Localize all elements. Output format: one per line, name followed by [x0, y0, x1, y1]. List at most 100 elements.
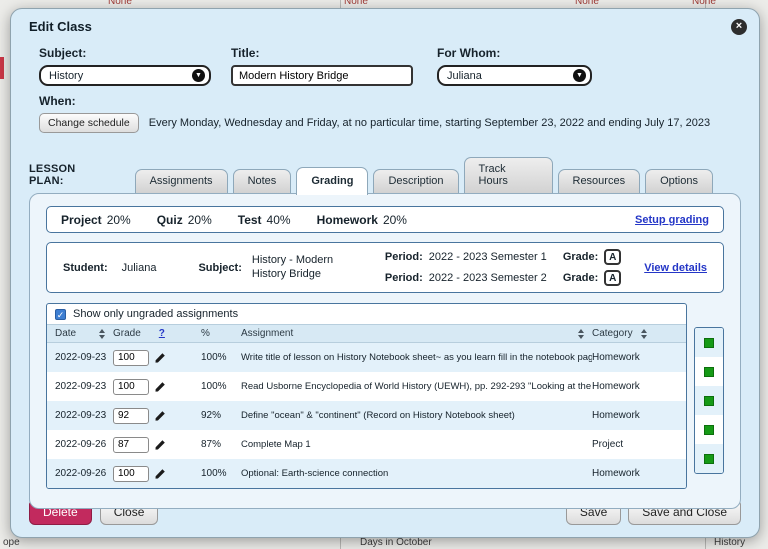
grade-input[interactable] [113, 465, 149, 482]
table-header-row: Date Grade ? % Assignment Category [47, 325, 686, 343]
tab-notes[interactable]: Notes [232, 169, 292, 193]
student-name: Juliana [121, 261, 157, 274]
assignment-category: Homework [592, 410, 640, 421]
ungraded-filter-checkbox[interactable]: ✓ [55, 308, 66, 320]
grade-cell [113, 465, 201, 482]
period-value: 2022 - 2023 Semester 1 [428, 251, 547, 263]
status-green-square[interactable] [704, 424, 714, 435]
assignment-text: Write title of lesson on History Noteboo… [241, 352, 592, 363]
grade-label: Grade: [562, 272, 599, 284]
weight-homework: Homework 20% [316, 212, 407, 227]
edit-pencil-icon[interactable] [154, 468, 166, 480]
tab-description[interactable]: Description [373, 169, 459, 193]
grade-input[interactable] [113, 349, 149, 366]
student-label: Student: [63, 261, 108, 274]
subject-select-value: History [49, 69, 84, 82]
assignments-table: ✓ Show only ungraded assignments Date Gr… [46, 303, 687, 489]
assignment-text: Define "ocean" & "continent" (Record on … [241, 410, 515, 421]
status-column [694, 327, 724, 474]
assignment-percent: 92% [201, 410, 222, 421]
period-row: Period: 2022 - 2023 Semester 1 Grade: A [384, 249, 622, 265]
assignment-row: 2022-09-23 100% Read Usborne Encyclopedi… [47, 372, 686, 401]
assignment-text: Read Usborne Encyclopedia of World Histo… [241, 381, 592, 392]
lesson-plan-label: LESSON PLAN: [29, 163, 76, 187]
tab-track-hours[interactable]: Track Hours [463, 157, 553, 193]
period-label: Period: [384, 272, 423, 284]
date-column-header: Date [55, 328, 113, 339]
check-icon: ✓ [56, 309, 65, 320]
sort-icon[interactable] [99, 328, 105, 339]
assignment-text: Complete Map 1 [241, 439, 311, 450]
background-fragment: None [692, 0, 716, 7]
class-form-row: Subject: History ▼ Title: For Whom: Juli… [39, 46, 741, 86]
for-whom-select[interactable]: Juliana ▼ [437, 65, 592, 86]
background-fragment: History [714, 537, 746, 548]
grade-input[interactable] [113, 407, 149, 424]
edit-pencil-icon[interactable] [154, 352, 166, 364]
assignment-category: Homework [592, 352, 640, 363]
student-group: Student: Juliana [63, 262, 156, 274]
assignment-date: 2022-09-26 [55, 438, 107, 450]
for-whom-label: For Whom: [437, 46, 501, 60]
assignment-date: 2022-09-23 [55, 351, 107, 363]
assignment-row: 2022-09-23 100% Write title of lesson on… [47, 343, 686, 372]
status-cell [695, 415, 723, 444]
student-summary-bar: Student: Juliana Subject: History - Mode… [46, 242, 724, 293]
background-fragment: None [575, 0, 599, 7]
assignment-row: 2022-09-26 100% Optional: Earth-science … [47, 459, 686, 488]
edit-pencil-icon[interactable] [154, 439, 166, 451]
status-green-square[interactable] [704, 337, 714, 348]
assignments-zone: ✓ Show only ungraded assignments Date Gr… [46, 303, 724, 489]
assignment-category: Homework [592, 381, 640, 392]
grade-column-header: Grade ? [113, 328, 165, 339]
status-green-square[interactable] [704, 395, 714, 406]
ungraded-filter-label: Show only ungraded assignments [73, 308, 239, 320]
semester-grade: A [604, 249, 622, 265]
semester-grade: A [604, 270, 622, 286]
title-input[interactable] [231, 65, 413, 86]
dropdown-arrow-icon: ▼ [573, 69, 586, 82]
subject-field-group: Subject: History ▼ [39, 46, 211, 86]
close-icon[interactable]: × [731, 19, 747, 35]
status-green-square[interactable] [704, 453, 714, 464]
view-details-link[interactable]: View details [644, 262, 707, 274]
tab-resources[interactable]: Resources [557, 169, 641, 193]
tab-options[interactable]: Options [645, 169, 713, 193]
assignment-date: 2022-09-23 [55, 409, 107, 421]
grade-label: Grade: [562, 251, 599, 263]
weight-project: Project 20% [61, 212, 131, 227]
grade-cell [113, 378, 201, 395]
assignment-category: Project [592, 439, 624, 450]
edit-pencil-icon[interactable] [154, 410, 166, 422]
when-label: When: [39, 94, 76, 108]
setup-grading-link[interactable]: Setup grading [635, 214, 709, 226]
tab-assignments[interactable]: Assignments [134, 169, 228, 193]
weight-test: Test 40% [237, 212, 291, 227]
grade-help-link[interactable]: ? [159, 328, 165, 339]
subject-select[interactable]: History ▼ [39, 65, 211, 86]
percent-column-header: % [201, 328, 210, 339]
tab-grading[interactable]: Grading [296, 167, 369, 195]
grade-cell [113, 349, 201, 366]
weight-quiz: Quiz 20% [156, 212, 212, 227]
status-cell [695, 386, 723, 415]
edit-pencil-icon[interactable] [154, 381, 166, 393]
title-field-group: Title: [231, 46, 413, 86]
background-fragment: None [108, 0, 132, 7]
change-schedule-button[interactable]: Change schedule [39, 113, 139, 133]
for-whom-field-group: For Whom: Juliana ▼ [437, 46, 592, 86]
grade-input[interactable] [113, 436, 149, 453]
dropdown-arrow-icon: ▼ [192, 69, 205, 82]
status-cell [695, 328, 723, 357]
subject-label: Subject: [39, 46, 87, 60]
sort-icon[interactable] [578, 328, 584, 339]
grade-cell [113, 436, 201, 453]
status-green-square[interactable] [704, 366, 714, 377]
background-fragment: Days in October [360, 537, 432, 548]
period-label: Period: [384, 251, 423, 263]
when-section: When: Change schedule Every Monday, Wedn… [39, 94, 741, 133]
assignment-row: 2022-09-26 87% Complete Map 1 Project [47, 430, 686, 459]
sort-icon[interactable] [640, 328, 647, 339]
schedule-description: Every Monday, Wednesday and Friday, at n… [148, 117, 711, 129]
grade-input[interactable] [113, 378, 149, 395]
